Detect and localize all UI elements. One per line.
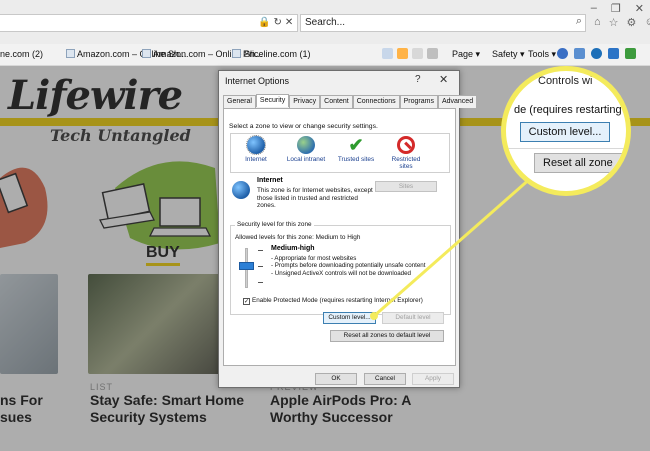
zoom-divider [506, 148, 626, 149]
zoom-custom-level-button: Custom level... [520, 122, 610, 142]
zoom-magnifier: Controls wi de (requires restarting I Cu… [501, 66, 631, 196]
zoom-protected-mode-text: de (requires restarting I [514, 104, 628, 116]
zoom-controls-text: Controls wi [538, 75, 593, 87]
zoom-reset-button: Reset all zone [534, 153, 626, 173]
callout-line [373, 168, 541, 318]
callout-dot [370, 312, 378, 320]
